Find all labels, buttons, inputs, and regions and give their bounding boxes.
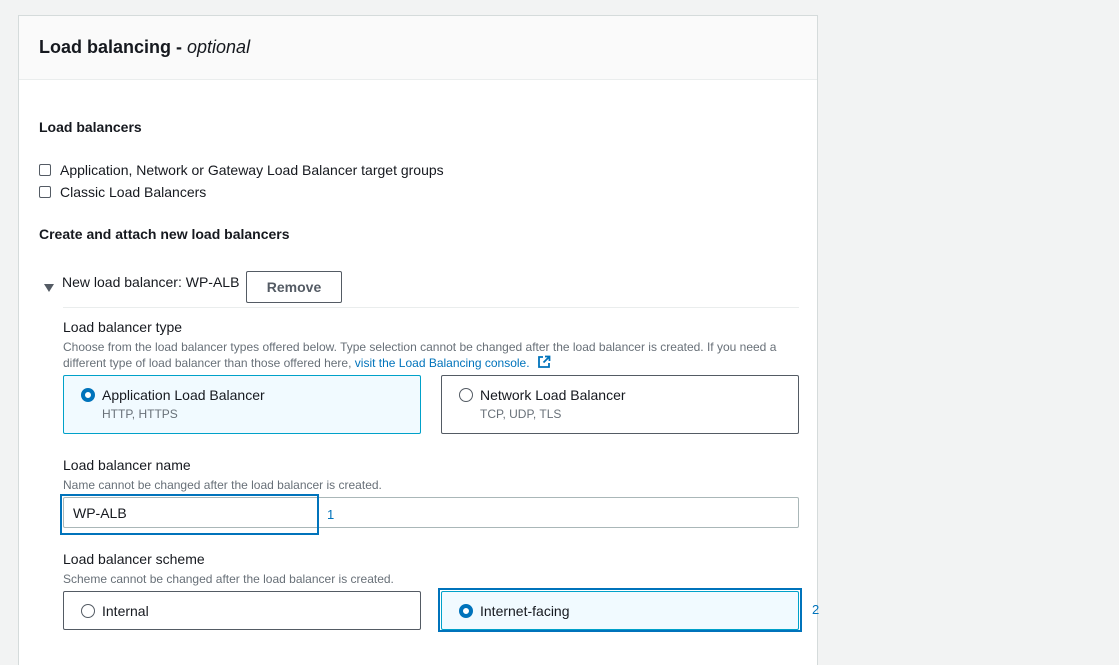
nlb-radio[interactable]: [459, 388, 473, 402]
internet-facing-radio[interactable]: [459, 604, 473, 618]
checkbox-row-classic[interactable]: Classic Load Balancers: [39, 184, 206, 200]
target-groups-checkbox[interactable]: [39, 164, 51, 176]
internal-tile[interactable]: Internal: [63, 591, 421, 630]
alb-radio[interactable]: [81, 388, 95, 402]
lb-name-description: Name cannot be changed after the load ba…: [63, 478, 382, 492]
load-balancers-label: Load balancers: [39, 119, 142, 135]
lb-scheme-description: Scheme cannot be changed after the load …: [63, 572, 394, 586]
alb-title: Application Load Balancer: [102, 387, 265, 403]
panel-title-optional: optional: [187, 37, 251, 57]
alb-tile[interactable]: Application Load Balancer HTTP, HTTPS: [63, 375, 421, 434]
lb-type-description: Choose from the load balancer types offe…: [63, 339, 803, 373]
nlb-title: Network Load Balancer: [480, 387, 626, 403]
internet-facing-tile[interactable]: Internet-facing: [441, 591, 799, 630]
nlb-tile[interactable]: Network Load Balancer TCP, UDP, TLS: [441, 375, 799, 434]
classic-lb-label: Classic Load Balancers: [60, 184, 207, 200]
divider: [63, 307, 799, 308]
classic-lb-checkbox[interactable]: [39, 186, 51, 198]
caret-down-icon[interactable]: [44, 284, 54, 292]
checkbox-row-target-groups[interactable]: Application, Network or Gateway Load Bal…: [39, 162, 444, 178]
target-groups-label: Application, Network or Gateway Load Bal…: [60, 162, 444, 178]
load-balancing-panel: Load balancing - optional Load balancers…: [18, 15, 818, 665]
panel-title-text: Load balancing -: [39, 37, 188, 57]
panel-title: Load balancing - optional: [39, 37, 250, 58]
create-attach-label: Create and attach new load balancers: [39, 226, 290, 242]
marker-label-2: 2: [812, 602, 820, 617]
internal-radio[interactable]: [81, 604, 95, 618]
external-link-icon[interactable]: [537, 355, 551, 373]
lb-name-input[interactable]: WP-ALB: [63, 497, 799, 528]
lb-console-link[interactable]: visit the Load Balancing console.: [355, 356, 530, 370]
nlb-sub: TCP, UDP, TLS: [480, 407, 562, 421]
internet-facing-title: Internet-facing: [480, 603, 570, 619]
lb-type-label: Load balancer type: [63, 319, 183, 335]
internal-title: Internal: [102, 603, 149, 619]
panel-header: Load balancing - optional: [19, 16, 817, 80]
lb-name-label: Load balancer name: [63, 457, 191, 473]
new-lb-title: New load balancer: WP-ALB: [62, 274, 240, 290]
lb-scheme-label: Load balancer scheme: [63, 551, 205, 567]
alb-sub: HTTP, HTTPS: [102, 407, 178, 421]
marker-label-1: 1: [327, 507, 335, 522]
expand-toggle[interactable]: [44, 279, 54, 297]
remove-button[interactable]: Remove: [246, 271, 342, 303]
